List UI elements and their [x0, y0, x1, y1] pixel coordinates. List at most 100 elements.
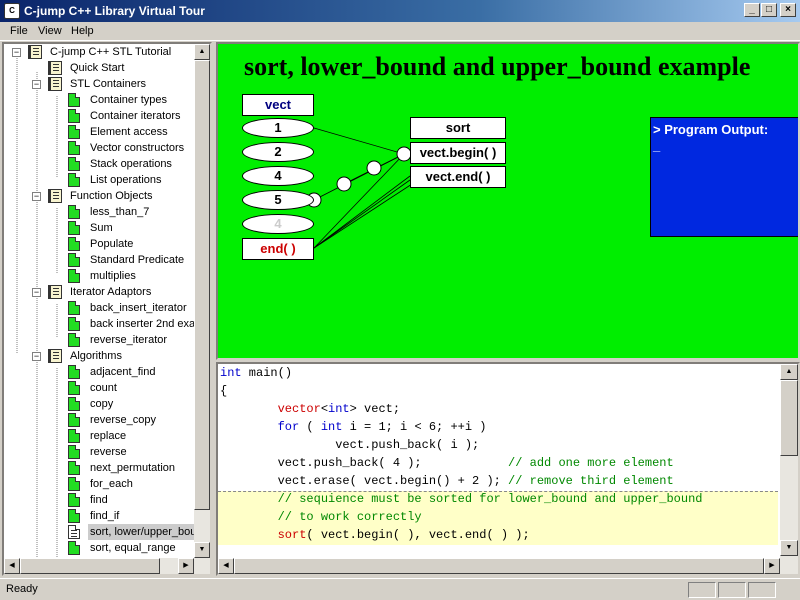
- code-horizontal-scrollbar[interactable]: ◀ ▶: [218, 558, 798, 574]
- page-icon: [68, 365, 80, 379]
- tree-item-label: Container types: [90, 94, 168, 106]
- tree-item-label: Algorithms: [70, 350, 122, 362]
- tree-scroll-thumb[interactable]: [194, 60, 210, 510]
- page-icon: [68, 397, 80, 411]
- code-token: // sequience must be sorted for lower_bo…: [277, 492, 703, 506]
- code-token: (: [299, 420, 321, 434]
- code-token: vect.push_back( 4 );: [220, 456, 509, 470]
- tree-expander[interactable]: −: [32, 192, 41, 201]
- vect-end-arg-box: vect.end( ): [410, 166, 506, 188]
- tree-root-expander[interactable]: −: [12, 48, 21, 57]
- page-icon: [68, 333, 80, 347]
- page-icon: [68, 269, 80, 283]
- menu-file[interactable]: File: [10, 25, 28, 37]
- tree-expander[interactable]: −: [32, 80, 41, 89]
- code-token: > vect;: [349, 402, 401, 416]
- tree-item-label: STL Containers: [70, 78, 147, 90]
- minimize-icon[interactable]: _: [744, 3, 760, 17]
- code-hscroll-thumb[interactable]: [234, 558, 764, 574]
- code-scroll-thumb[interactable]: [780, 380, 798, 456]
- close-icon[interactable]: ×: [780, 3, 796, 17]
- code-scroll-left-icon[interactable]: ◀: [218, 558, 234, 574]
- vect-element-1: 1: [242, 118, 314, 138]
- code-line: // to work correctly: [220, 508, 780, 526]
- code-vertical-scrollbar[interactable]: ▲ ▼: [780, 364, 798, 558]
- program-output-label: > Program Output:: [653, 122, 769, 137]
- tree-item-label: find: [90, 494, 108, 506]
- code-token: <: [320, 402, 329, 416]
- vect-element-4: 5: [242, 190, 314, 210]
- status-cell-1: [688, 582, 716, 598]
- vect-label: vect: [264, 97, 292, 112]
- code-token: vect.push_back( i );: [220, 438, 480, 452]
- page-icon: [68, 301, 80, 315]
- tree-item-label: for_each: [90, 478, 133, 490]
- book-icon: [48, 349, 62, 363]
- scroll-down-icon[interactable]: ▼: [194, 542, 210, 558]
- title-bar[interactable]: C C-jump C++ Library Virtual Tour _ □ ×: [0, 0, 800, 22]
- tree-item-label: reverse_copy: [90, 414, 157, 426]
- code-token: sort: [277, 528, 307, 542]
- code-token: int: [220, 366, 242, 380]
- code-line: vect.push_back( 4 ); // add one more ele…: [220, 454, 780, 472]
- code-line: vect.erase( vect.begin() + 2 ); // remov…: [220, 472, 780, 490]
- book-icon: [48, 61, 62, 75]
- page-icon: [68, 477, 80, 491]
- book-icon: [48, 285, 62, 299]
- book-icon: [28, 45, 42, 59]
- sort-label-box: sort: [410, 117, 506, 139]
- code-token: for: [277, 420, 300, 434]
- code-token: vect.erase( vect.begin() + 2 );: [220, 474, 509, 488]
- tree-item-label: Standard Predicate: [90, 254, 185, 266]
- status-text: Ready: [6, 583, 38, 595]
- tree-vertical-scrollbar[interactable]: ▲ ▼: [194, 44, 210, 574]
- code-token: i = 1; i < 6; ++i ): [342, 420, 487, 434]
- page-icon: [68, 413, 80, 427]
- code-token: // add one more element: [508, 456, 674, 470]
- tree-horizontal-scrollbar[interactable]: ◀ ▶: [4, 558, 194, 574]
- tree-item-label: Container iterators: [90, 110, 181, 122]
- tree-expander[interactable]: −: [32, 352, 41, 361]
- page-icon: [68, 221, 80, 235]
- vect-begin-box: vect.begin( ): [410, 142, 506, 164]
- code-scroll-down-icon[interactable]: ▼: [780, 540, 798, 556]
- scroll-up-icon[interactable]: ▲: [194, 44, 210, 60]
- menu-help[interactable]: Help: [71, 25, 94, 37]
- book-icon: [48, 77, 62, 91]
- code-line: // sequience must be sorted for lower_bo…: [220, 490, 780, 508]
- tree-item-label: adjacent_find: [90, 366, 156, 378]
- code-scroll-up-icon[interactable]: ▲: [780, 364, 798, 380]
- page-icon: [68, 541, 80, 555]
- tree-expander[interactable]: −: [32, 288, 41, 297]
- topic-tree[interactable]: − C-jump C++ STL Tutorial Quick Start − ST…: [2, 42, 212, 576]
- document-icon: [68, 525, 80, 539]
- tree-item-label: multiplies: [90, 270, 136, 282]
- scroll-left-icon[interactable]: ◀: [4, 558, 20, 574]
- page-icon: [68, 205, 80, 219]
- tree-item-label: less_than_7: [90, 206, 150, 218]
- tree-item-label: back inserter 2nd exam: [90, 318, 205, 330]
- tree-item-label: reverse: [90, 446, 127, 458]
- maximize-icon[interactable]: □: [761, 3, 777, 17]
- tree-item-label: reverse_iterator: [90, 334, 168, 346]
- page-icon: [68, 237, 80, 251]
- tree-item-label: Vector constructors: [90, 142, 185, 154]
- code-view[interactable]: int main(){ vector<int> vect; for ( int …: [216, 362, 800, 576]
- code-line: sort( vect.begin( ), vect.end( ) );: [220, 526, 780, 544]
- tree-item-label: sort, equal_range: [90, 542, 176, 554]
- vect-element-5: 4: [242, 214, 314, 234]
- page-icon: [68, 429, 80, 443]
- scroll-right-icon[interactable]: ▶: [178, 558, 194, 574]
- code-scroll-right-icon[interactable]: ▶: [764, 558, 780, 574]
- tree-hscroll-thumb[interactable]: [20, 558, 160, 574]
- diagram-view: sort, lower_bound and upper_bound exampl…: [216, 42, 800, 360]
- menu-view[interactable]: View: [38, 25, 62, 37]
- code-token: {: [220, 384, 228, 398]
- status-cell-3: [748, 582, 776, 598]
- code-line: for ( int i = 1; i < 6; ++i ): [220, 418, 780, 436]
- page-icon: [68, 317, 80, 331]
